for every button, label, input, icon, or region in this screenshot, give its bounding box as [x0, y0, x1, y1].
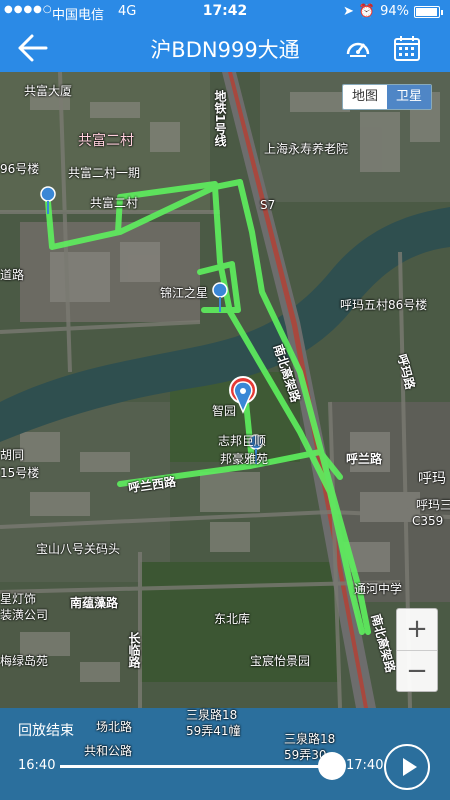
road-label: 呼兰路	[346, 452, 383, 466]
poi-label: 宝宸怡景园	[250, 654, 311, 668]
status-bar: ●●●●○ 中国电信 4G 17:42 ➤ ⏰ 94%	[0, 0, 450, 24]
poi-label: 宝山八号关码头	[36, 542, 121, 556]
play-button[interactable]	[384, 744, 430, 790]
nav-bar: 沪BDN999大通	[0, 24, 450, 72]
poi-label: 通河中学	[354, 582, 403, 596]
playback-slider-knob[interactable]	[318, 752, 346, 780]
satellite-map[interactable]: 共富大厦 地铁1号线 共富二村 96号楼 共富二村一期 共富二村 上海永寿养老院…	[0, 72, 450, 708]
speedometer-icon	[346, 42, 370, 57]
poi-label: 共富大厦	[24, 84, 73, 98]
road-label: 道路	[0, 268, 25, 282]
road-label: 长临路	[127, 632, 141, 668]
playback-status: 回放结束	[18, 723, 74, 739]
poi-label: 呼玛五村86号楼	[340, 298, 428, 312]
poi-label: 96号楼	[0, 162, 40, 176]
poi-label: 智园	[212, 404, 237, 418]
battery-icon	[414, 5, 443, 18]
calendar-button[interactable]	[392, 33, 422, 63]
map-type-button[interactable]: 地图	[343, 85, 387, 109]
poi-label: 共富二村	[90, 196, 139, 210]
metro-line-label: 地铁1号线	[213, 90, 227, 147]
poi-label: 胡同	[0, 448, 25, 462]
poi-label: 梅绿岛苑	[0, 654, 49, 668]
poi-label: 上海永寿养老院	[264, 142, 349, 156]
playback-end-time: 17:40	[346, 758, 384, 773]
road-label: 共和公路	[84, 744, 133, 758]
poi-label: 共富二村	[78, 133, 134, 149]
poi-label: 共富二村一期	[68, 166, 141, 180]
location-icon: ➤	[343, 4, 354, 19]
map-type-toggle: 地图 卫星	[342, 84, 432, 110]
poi-label: C359	[412, 514, 444, 528]
zoom-in-button[interactable]: +	[397, 609, 437, 651]
poi-label: 15号楼	[0, 466, 40, 480]
poi-label: 三泉路18	[284, 732, 336, 746]
page-title: 沪BDN999大通	[150, 38, 300, 62]
playback-slider-track[interactable]	[60, 765, 332, 768]
poi-label: 锦江之星	[160, 286, 209, 300]
poi-label: 邦豪雅苑	[220, 452, 269, 466]
calendar-icon	[394, 36, 420, 61]
poi-label: 东北库	[214, 612, 251, 626]
road-label: 场北路	[96, 720, 133, 734]
poi-label: 三泉路18	[186, 708, 238, 722]
satellite-type-button[interactable]: 卫星	[387, 85, 431, 109]
road-label: 南蕴藻路	[70, 596, 119, 610]
poi-label: 装潢公司	[0, 608, 49, 622]
poi-label: 志邦巨顺	[218, 434, 267, 448]
playback-panel: 三泉路18 59弄41幢 三泉路18 59弄30 场北路 共和公路 回放结束 1…	[0, 708, 450, 800]
playback-start-time: 16:40	[18, 758, 56, 773]
poi-label: 呼玛三	[416, 498, 450, 512]
speed-button[interactable]	[344, 34, 372, 62]
zoom-out-button[interactable]: −	[397, 651, 437, 693]
poi-label: 呼玛	[418, 471, 446, 487]
alarm-icon: ⏰	[358, 4, 376, 19]
battery-percent: 94%	[380, 4, 409, 19]
poi-label: 59弄41幢	[186, 724, 241, 738]
zoom-control: + −	[396, 608, 438, 692]
road-label: S7	[260, 198, 276, 212]
poi-label: 星灯饰	[0, 592, 37, 606]
